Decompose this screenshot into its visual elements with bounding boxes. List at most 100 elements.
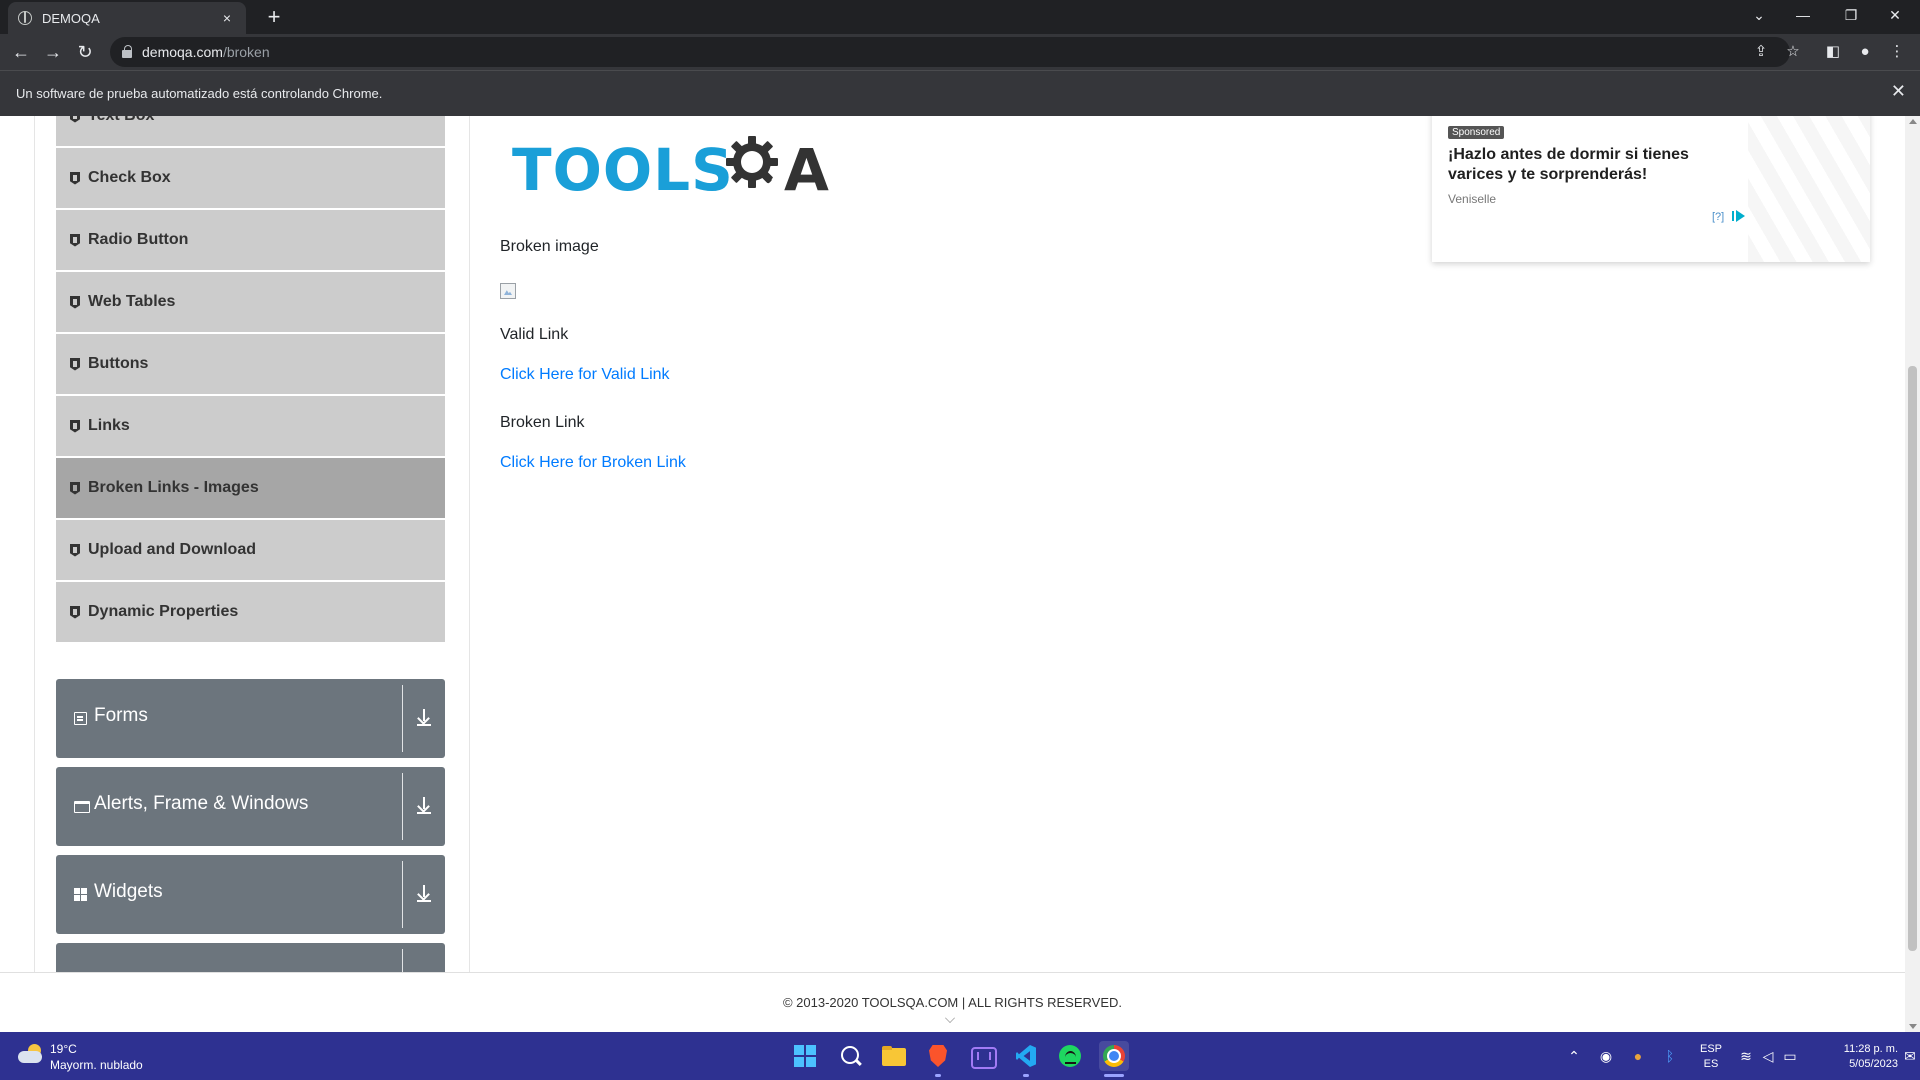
running-indicator: [1023, 1074, 1029, 1077]
sidebar-item-links[interactable]: Links: [56, 396, 445, 458]
group-header-widgets[interactable]: Widgets: [56, 855, 445, 934]
tab-title: DEMOQA: [42, 10, 100, 26]
sidebar-item-label: Web Tables: [88, 293, 176, 310]
sponsored-badge: Sponsored: [1448, 126, 1505, 139]
ad-source[interactable]: Veniselle: [1448, 192, 1496, 206]
html5-icon: [70, 358, 80, 371]
restore-button[interactable]: ❐: [1834, 0, 1868, 30]
side-panel-icon[interactable]: ◧: [1822, 41, 1844, 63]
broken-link[interactable]: Click Here for Broken Link: [500, 454, 686, 472]
broken-link-label: Broken Link: [500, 414, 585, 431]
app-icon[interactable]: [967, 1041, 997, 1071]
weather-temperature[interactable]: 19°C: [50, 1042, 77, 1056]
notification-icon[interactable]: ✉: [1900, 1046, 1920, 1066]
download-arrow-icon[interactable]: [417, 797, 431, 815]
sidebar-item-label: Links: [88, 417, 130, 434]
scroll-down-arrow-icon[interactable]: [1909, 1024, 1917, 1029]
adchoices-icon[interactable]: [1732, 210, 1746, 222]
scrollbar-thumb[interactable]: [1908, 366, 1917, 951]
logo-text-tools: TOOLS: [512, 136, 734, 204]
clock-time: 11:28 p. m.: [1843, 1043, 1898, 1055]
sidebar-item-text-box[interactable]: Text Box: [56, 116, 445, 148]
url-path: /broken: [222, 44, 270, 60]
brave-browser-icon[interactable]: [923, 1041, 953, 1071]
html5-icon: [70, 234, 80, 247]
weather-cloudy-icon[interactable]: [18, 1044, 44, 1064]
automation-infobar: Un software de prueba automatizado está …: [0, 70, 1920, 116]
toolsqa-logo[interactable]: TOOLS A: [512, 124, 842, 204]
sidebar-item-label: Dynamic Properties: [88, 603, 239, 620]
wifi-icon[interactable]: ≋: [1736, 1046, 1756, 1066]
sidebar-divider: [469, 116, 470, 972]
download-arrow-icon[interactable]: [417, 709, 431, 727]
ad-background-pattern: [1748, 116, 1870, 262]
new-tab-button[interactable]: +: [260, 4, 288, 30]
sidebar-item-dynamic-properties[interactable]: Dynamic Properties: [56, 582, 445, 644]
tab-search-icon[interactable]: ⌄: [1742, 0, 1776, 30]
sidebar-item-radio-button[interactable]: Radio Button: [56, 210, 445, 272]
page-scrollbar[interactable]: [1905, 116, 1920, 1032]
spotify-icon[interactable]: [1055, 1041, 1085, 1071]
bluetooth-icon[interactable]: ᛒ: [1660, 1046, 1680, 1066]
address-bar[interactable]: demoqa.com/broken: [110, 37, 1790, 67]
tray-app-icon[interactable]: ◉: [1596, 1046, 1616, 1066]
minimize-button[interactable]: —: [1786, 0, 1820, 30]
valid-link-label: Valid Link: [500, 326, 569, 343]
globe-favicon-icon: [18, 11, 32, 25]
sponsored-ad[interactable]: Sponsored ¡Hazlo antes de dormir si tien…: [1432, 116, 1870, 262]
reload-icon[interactable]: ↻: [72, 39, 98, 65]
forward-arrow-icon[interactable]: →: [40, 39, 66, 65]
share-icon[interactable]: ⇪: [1750, 41, 1772, 63]
sidebar-item-label: Upload and Download: [88, 541, 256, 558]
back-arrow-icon[interactable]: ←: [8, 39, 34, 65]
sidebar-item-label: Radio Button: [88, 231, 189, 248]
sidebar-item-broken-links-images[interactable]: Broken Links - Images: [56, 458, 445, 520]
group-label: Forms: [94, 705, 148, 726]
close-window-button[interactable]: ✕: [1878, 0, 1912, 30]
tab-close-button[interactable]: ×: [218, 10, 236, 26]
lock-icon[interactable]: [122, 45, 132, 58]
chrome-icon[interactable]: [1099, 1041, 1129, 1071]
vscode-icon[interactable]: [1011, 1041, 1041, 1071]
browser-titlebar: DEMOQA × + ⌄ — ❐ ✕: [0, 0, 1920, 34]
group-header-forms[interactable]: Forms: [56, 679, 445, 758]
left-divider: [34, 116, 35, 972]
battery-icon[interactable]: ▭: [1780, 1046, 1800, 1066]
scroll-up-arrow-icon[interactable]: [1909, 119, 1917, 124]
language-indicator[interactable]: ESP ES: [1696, 1042, 1726, 1072]
sidebar-item-web-tables[interactable]: Web Tables: [56, 272, 445, 334]
sidebar-item-upload-and-download[interactable]: Upload and Download: [56, 520, 445, 582]
url-text[interactable]: demoqa.com/broken: [142, 44, 270, 60]
star-icon[interactable]: ☆: [1782, 41, 1804, 63]
file-explorer-icon[interactable]: [879, 1041, 909, 1071]
weather-description[interactable]: Mayorm. nublado: [50, 1058, 143, 1072]
sidebar-item-check-box[interactable]: Check Box: [56, 148, 445, 210]
infobar-close-button[interactable]: ✕: [1891, 81, 1906, 102]
chevron-up-icon[interactable]: ⌃: [1564, 1046, 1584, 1066]
menu-icon[interactable]: ⋮: [1886, 41, 1908, 63]
tray-app-icon[interactable]: ●: [1628, 1046, 1648, 1066]
volume-icon[interactable]: ◁: [1758, 1046, 1778, 1066]
windows-start-icon[interactable]: [790, 1041, 820, 1071]
group-header-alerts-frame-windows[interactable]: Alerts, Frame & Windows: [56, 767, 445, 846]
ad-info-link[interactable]: [?]: [1712, 211, 1724, 223]
logo-text-a: A: [784, 136, 829, 204]
html5-icon: [70, 420, 80, 433]
sidebar-item-buttons[interactable]: Buttons: [56, 334, 445, 396]
html5-icon: [70, 116, 80, 123]
window-icon: [74, 801, 90, 813]
chevron-down-icon: [945, 1013, 955, 1023]
profile-icon[interactable]: ●: [1854, 41, 1876, 63]
browser-toolbar: ← → ↻ demoqa.com/broken ⇪ ☆ ◧ ● ⋮: [0, 34, 1920, 70]
valid-link[interactable]: Click Here for Valid Link: [500, 366, 670, 384]
sidebar-item-label: Text Box: [88, 116, 154, 125]
system-clock[interactable]: 11:28 p. m. 5/05/2023: [1808, 1042, 1898, 1072]
group-divider: [402, 685, 403, 752]
download-arrow-icon[interactable]: [417, 885, 431, 903]
search-icon[interactable]: [835, 1041, 865, 1071]
sidebar-item-label: Broken Links - Images: [88, 479, 259, 496]
broken-image: [500, 283, 516, 299]
html5-icon: [70, 482, 80, 495]
ad-title[interactable]: ¡Hazlo antes de dormir si tienes varices…: [1448, 145, 1738, 185]
browser-tab[interactable]: DEMOQA ×: [8, 2, 246, 34]
